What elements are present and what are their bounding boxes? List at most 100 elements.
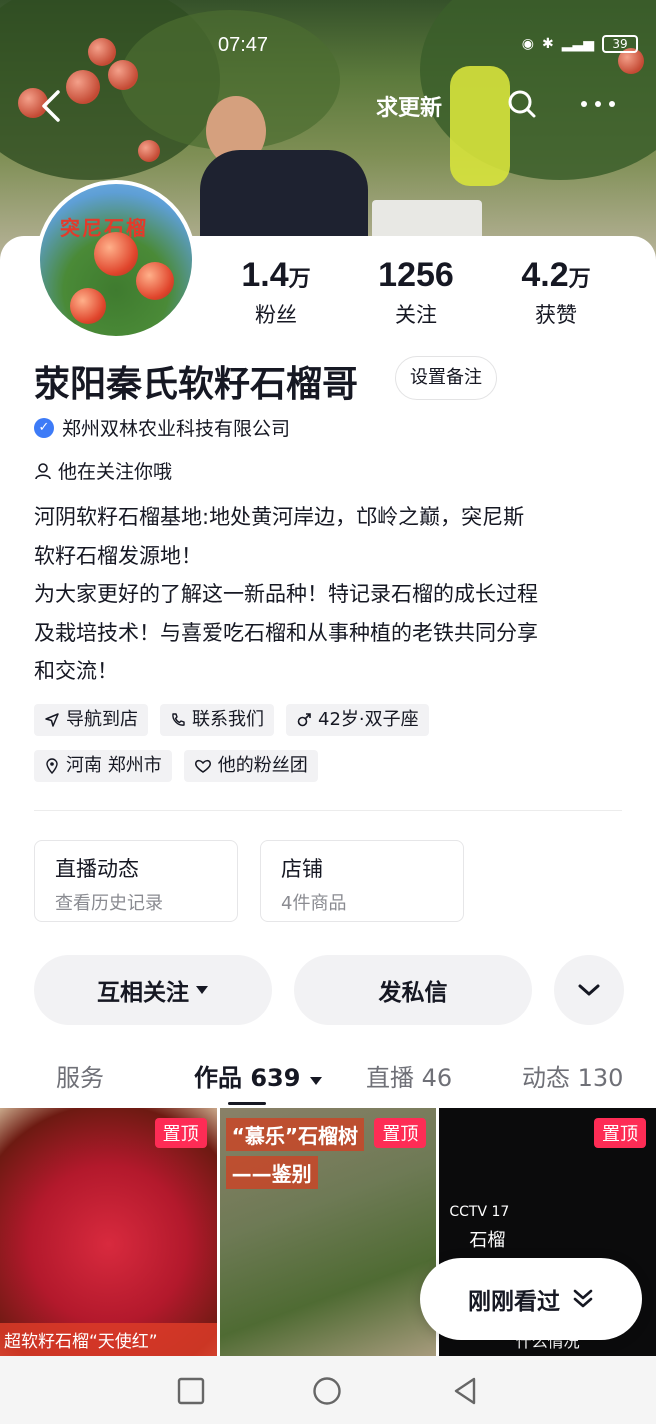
location-pin-icon bbox=[46, 758, 58, 774]
stat-likes-label: 获赞 bbox=[535, 303, 577, 327]
caret-down-icon bbox=[309, 1077, 322, 1085]
verified-org-name: 郑州双林农业科技有限公司 bbox=[62, 418, 291, 440]
recents-button[interactable] bbox=[176, 1376, 206, 1406]
fan-club-label: 他的粉丝团 bbox=[217, 755, 308, 776]
age-zodiac-label: 42岁·双子座 bbox=[318, 709, 419, 730]
square-icon bbox=[177, 1377, 205, 1405]
feature-entries: 直播动态 查看历史记录 店铺 4件商品 bbox=[34, 840, 464, 922]
video-overlay-text: 石榴 bbox=[469, 1230, 506, 1251]
stat-following-label: 关注 bbox=[395, 303, 437, 327]
signal-icon: ▂▃▅ bbox=[561, 36, 594, 52]
contact-us-label: 联系我们 bbox=[192, 709, 264, 730]
stats-row: 1.4万 粉丝 1256 关注 4.2万 获赞 bbox=[206, 256, 626, 336]
top-nav: 求更新 bbox=[0, 84, 656, 128]
status-bar: 07:47 ◉ ✱ ▂▃▅ 39 bbox=[0, 30, 656, 60]
bio-line: 及栽培技术！与喜爱吃石榴和从事种植的老铁共同分享 bbox=[34, 620, 538, 645]
stat-followers[interactable]: 1.4万 粉丝 bbox=[206, 256, 346, 336]
navigation-icon bbox=[45, 713, 59, 727]
more-icon bbox=[581, 101, 615, 107]
mutual-follow-label: 互相关注 bbox=[97, 980, 189, 1006]
male-icon bbox=[297, 713, 311, 727]
pinned-badge: 置顶 bbox=[594, 1118, 647, 1148]
bio-line: 河阴软籽石榴基地:地处黄河岸边，邙岭之巅，突尼斯 bbox=[34, 505, 525, 529]
stat-likes-unit: 万 bbox=[568, 267, 591, 292]
live-history-title: 直播动态 bbox=[55, 857, 139, 881]
status-icons: ◉ ✱ ▂▃▅ 39 bbox=[522, 35, 638, 53]
search-button[interactable] bbox=[506, 88, 538, 120]
request-update-button[interactable]: 求更新 bbox=[376, 90, 442, 122]
back-button[interactable] bbox=[34, 88, 70, 124]
stat-followers-label: 粉丝 bbox=[255, 303, 297, 327]
stat-likes[interactable]: 4.2万 获赞 bbox=[486, 256, 626, 336]
tab-posts[interactable]: 动态 130 bbox=[522, 1058, 623, 1093]
bio-line: 软籽石榴发源地！ bbox=[34, 543, 202, 568]
circle-icon bbox=[313, 1377, 341, 1405]
tab-works-label: 作品 639 bbox=[194, 1064, 301, 1092]
avatar[interactable]: 突尼石榴 bbox=[36, 180, 196, 340]
mutual-follow-button[interactable]: 互相关注 bbox=[34, 955, 272, 1025]
home-button[interactable] bbox=[312, 1376, 342, 1406]
phone-icon bbox=[172, 713, 185, 726]
battery-icon: 39 bbox=[602, 35, 638, 53]
more-button[interactable] bbox=[578, 88, 618, 120]
recently-viewed-label: 刚刚看过 bbox=[468, 1289, 560, 1315]
follows-you: 他在关注你哦 bbox=[34, 457, 172, 484]
heart-icon bbox=[194, 759, 211, 773]
triangle-back-icon bbox=[454, 1377, 476, 1405]
profile-tags: 导航到店 联系我们 42岁·双子座 河南 郑州市 他的粉丝团 bbox=[34, 704, 634, 796]
stat-followers-value: 1.4 bbox=[241, 256, 289, 294]
double-chevron-down-icon bbox=[573, 1289, 593, 1308]
fan-club-tag[interactable]: 他的粉丝团 bbox=[183, 750, 318, 782]
recently-viewed-button[interactable]: 刚刚看过 bbox=[420, 1258, 642, 1340]
system-back-button[interactable] bbox=[450, 1376, 480, 1406]
bluetooth-icon: ✱ bbox=[541, 36, 554, 52]
system-nav-bar bbox=[0, 1356, 656, 1424]
send-message-button[interactable]: 发私信 bbox=[294, 955, 532, 1025]
shop-entry[interactable]: 店铺 4件商品 bbox=[260, 840, 464, 922]
action-buttons: 互相关注 发私信 bbox=[34, 955, 624, 1025]
channel-logo: CCTV 17 bbox=[449, 1204, 510, 1220]
video-title: “慕乐”石榴树 bbox=[225, 1118, 364, 1151]
user-icon bbox=[35, 462, 51, 479]
bio-line: 和交流！ bbox=[34, 659, 118, 683]
profile-name: 荥阳秦氏软籽石榴哥 bbox=[34, 364, 359, 405]
follows-you-text: 他在关注你哦 bbox=[58, 461, 173, 483]
section-divider bbox=[34, 810, 622, 811]
video-thumbnail[interactable]: “慕乐”石榴树 ——鉴别 置顶 bbox=[219, 1108, 437, 1356]
caret-down-icon bbox=[196, 986, 208, 994]
location-tag: 河南 郑州市 bbox=[34, 750, 172, 782]
stat-followers-unit: 万 bbox=[288, 267, 311, 292]
stat-likes-value: 4.2 bbox=[521, 256, 569, 294]
set-remark-button[interactable]: 设置备注 bbox=[395, 356, 497, 400]
live-history-subtitle: 查看历史记录 bbox=[55, 893, 163, 914]
send-message-label: 发私信 bbox=[378, 980, 448, 1006]
profile-bio: 河阴软籽石榴基地:地处黄河岸边，邙岭之巅，突尼斯 软籽石榴发源地！ 为大家更好的… bbox=[34, 498, 634, 691]
tab-service[interactable]: 服务 bbox=[56, 1058, 104, 1093]
pinned-badge: 置顶 bbox=[374, 1118, 427, 1148]
pinned-badge: 置顶 bbox=[154, 1118, 207, 1148]
shop-subtitle: 4件商品 bbox=[281, 893, 347, 914]
content-tabs: 服务 作品 639 直播 46 动态 130 bbox=[0, 1050, 656, 1106]
bio-line: 为大家更好的了解这一新品种！特记录石榴的成长过程 bbox=[34, 582, 538, 606]
navigate-to-store-label: 导航到店 bbox=[66, 709, 138, 730]
back-arrow-icon bbox=[42, 90, 60, 122]
stat-following-value: 1256 bbox=[378, 256, 454, 294]
contact-us-tag[interactable]: 联系我们 bbox=[160, 704, 274, 736]
navigate-to-store-tag[interactable]: 导航到店 bbox=[34, 704, 148, 736]
tab-works[interactable]: 作品 639 bbox=[194, 1058, 323, 1093]
search-icon bbox=[508, 90, 536, 118]
verified-org: ✓ 郑州双林农业科技有限公司 bbox=[34, 414, 290, 441]
shop-title: 店铺 bbox=[281, 857, 323, 881]
eye-icon: ◉ bbox=[521, 36, 534, 52]
video-caption: 超软籽石榴“天使红” bbox=[0, 1323, 217, 1356]
tab-indicator bbox=[228, 1102, 266, 1105]
stat-following[interactable]: 1256 关注 bbox=[346, 256, 486, 336]
live-history-entry[interactable]: 直播动态 查看历史记录 bbox=[34, 840, 238, 922]
chevron-down-icon bbox=[578, 984, 600, 996]
video-thumbnail[interactable]: 置顶 超软籽石榴“天使红” bbox=[0, 1108, 217, 1356]
verified-check-icon: ✓ bbox=[34, 417, 54, 438]
age-zodiac-tag: 42岁·双子座 bbox=[286, 704, 429, 736]
status-time: 07:47 bbox=[218, 34, 269, 56]
expand-recommendations-button[interactable] bbox=[554, 955, 624, 1025]
tab-live[interactable]: 直播 46 bbox=[366, 1058, 452, 1093]
